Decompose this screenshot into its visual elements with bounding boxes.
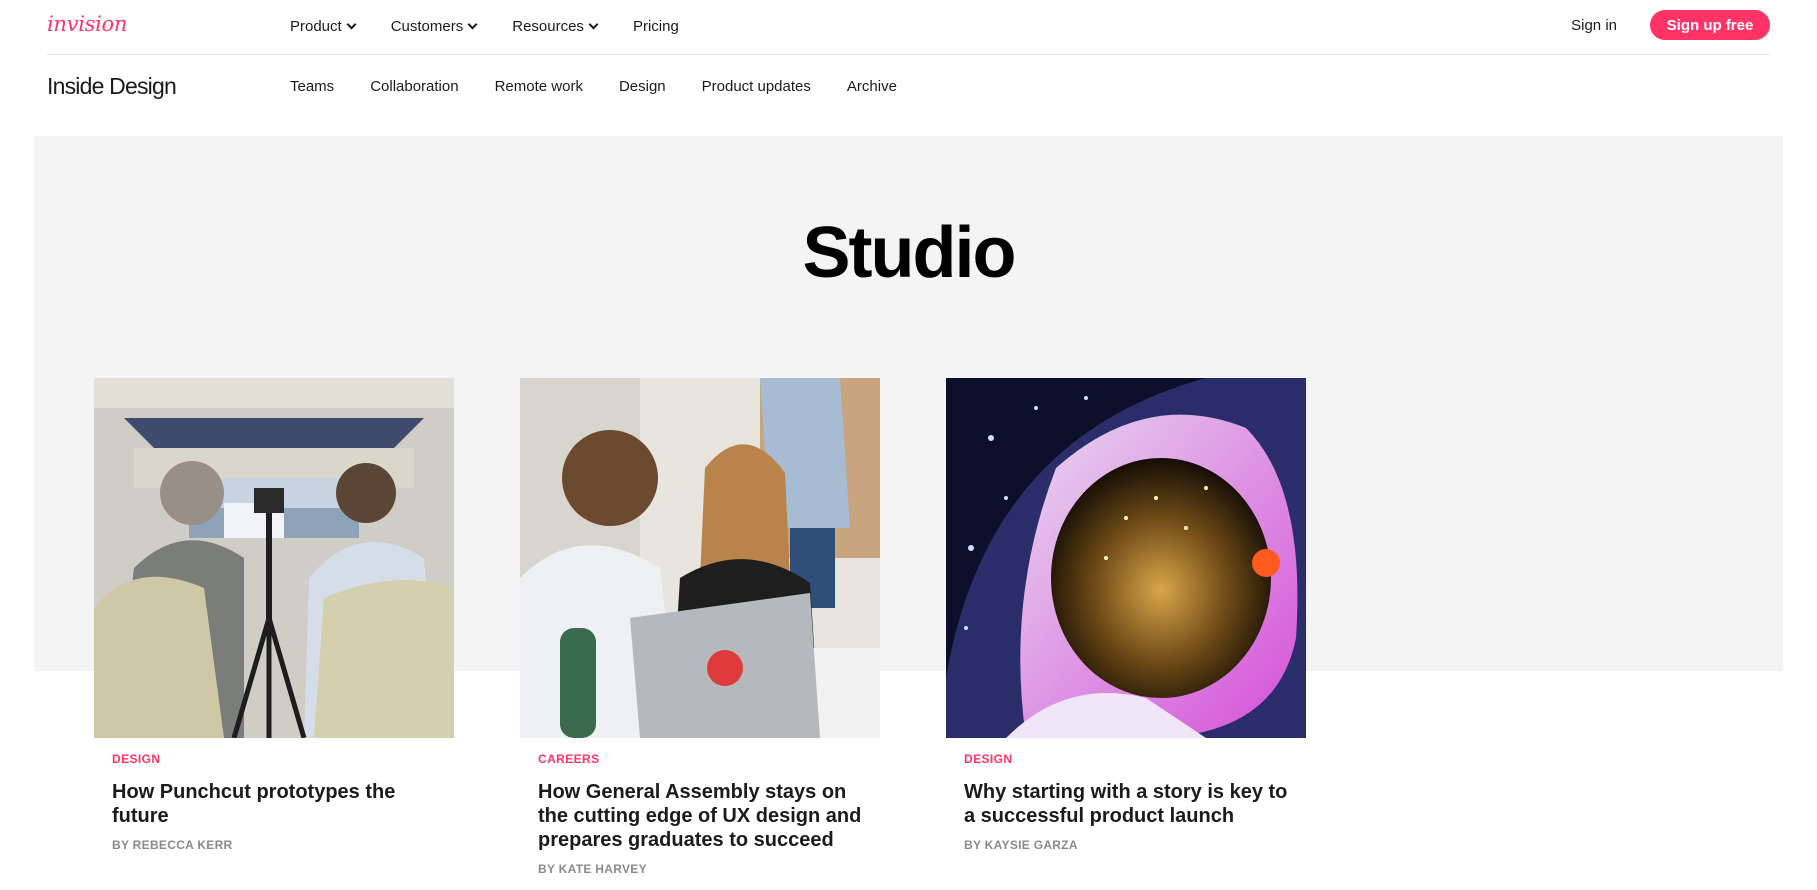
article-body: Design Why starting with a story is key …	[946, 738, 1306, 852]
article-card-general-assembly[interactable]: Careers How General Assembly stays on th…	[520, 378, 880, 876]
category-nav: Teams Collaboration Remote work Design P…	[290, 56, 897, 116]
invision-logo[interactable]: invision	[47, 12, 127, 36]
article-byline[interactable]: By Kaysie Garza	[964, 838, 1288, 852]
category-archive[interactable]: Archive	[847, 78, 897, 95]
nav-pricing-label: Pricing	[632, 17, 679, 35]
article-title[interactable]: Why starting with a story is key to a su…	[964, 780, 1288, 828]
inside-design-navbar: Inside Design Teams Collaboration Remote…	[47, 56, 1770, 116]
article-card-punchcut[interactable]: Design How Punchcut prototypes the futur…	[94, 378, 454, 876]
sign-up-button[interactable]: Sign up free	[1650, 10, 1770, 40]
article-body: Design How Punchcut prototypes the futur…	[94, 738, 454, 852]
car-interior-image	[94, 378, 454, 738]
category-remote-work[interactable]: Remote work	[495, 78, 583, 95]
nav-resources-label: Resources	[512, 17, 584, 35]
article-list: Design How Punchcut prototypes the futur…	[94, 378, 1306, 876]
article-byline[interactable]: By Kate Harvey	[538, 862, 862, 876]
nav-product[interactable]: Product	[290, 17, 357, 35]
page-title: Studio	[802, 213, 1017, 293]
article-thumbnail[interactable]	[94, 378, 454, 738]
astronaut-image	[946, 378, 1306, 738]
chevron-down-icon	[467, 19, 478, 29]
nav-product-label: Product	[290, 17, 342, 35]
category-design[interactable]: Design	[619, 78, 666, 95]
article-card-story-launch[interactable]: Design Why starting with a story is key …	[946, 378, 1306, 876]
chevron-down-icon	[588, 19, 599, 29]
nav-resources[interactable]: Resources	[512, 17, 599, 35]
article-thumbnail[interactable]	[520, 378, 880, 738]
category-collaboration[interactable]: Collaboration	[370, 78, 458, 95]
article-category[interactable]: Design	[964, 752, 1288, 766]
category-teams[interactable]: Teams	[290, 78, 334, 95]
sign-in-link[interactable]: Sign in	[1571, 17, 1617, 34]
nav-pricing[interactable]: Pricing	[633, 18, 679, 35]
nav-customers[interactable]: Customers	[390, 17, 478, 35]
article-title[interactable]: How General Assembly stays on the cuttin…	[538, 780, 862, 852]
classroom-image	[520, 378, 880, 738]
article-category[interactable]: Design	[112, 752, 436, 766]
main-nav: Product Customers Resources Pricing	[290, 0, 679, 52]
article-category[interactable]: Careers	[538, 752, 862, 766]
nav-customers-label: Customers	[390, 17, 464, 35]
article-body: Careers How General Assembly stays on th…	[520, 738, 880, 876]
article-thumbnail[interactable]	[946, 378, 1306, 738]
inside-design-brand[interactable]: Inside Design	[47, 73, 177, 100]
category-product-updates[interactable]: Product updates	[702, 78, 811, 95]
article-byline[interactable]: By Rebecca Kerr	[112, 838, 436, 852]
top-navbar: invision Product Customers Resources Pri…	[47, 0, 1770, 55]
article-title[interactable]: How Punchcut prototypes the future	[112, 780, 436, 828]
chevron-down-icon	[346, 19, 357, 29]
